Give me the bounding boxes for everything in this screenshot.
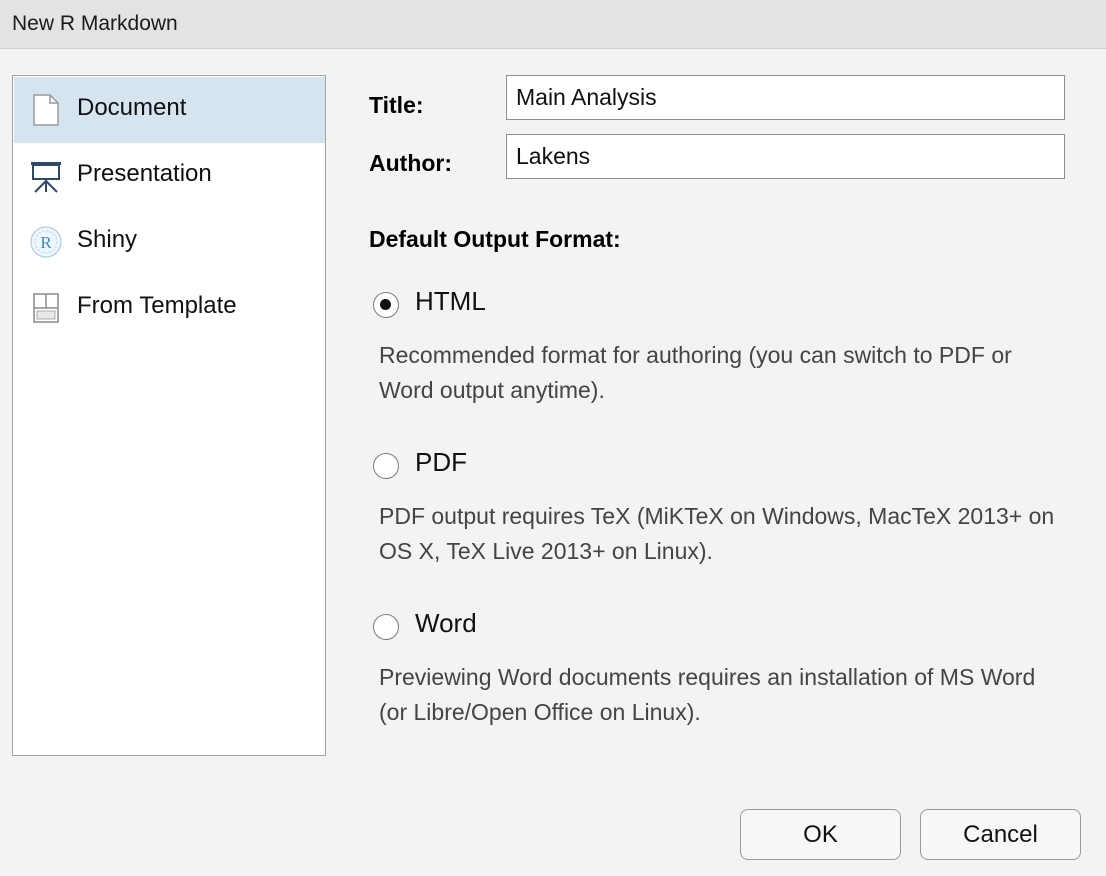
word-option-description: Previewing Word documents requires an in… — [379, 664, 1036, 725]
sidebar-item-from-template[interactable]: From Template — [14, 275, 325, 341]
html-radio[interactable] — [373, 292, 399, 318]
sidebar-item-label: Shiny — [77, 226, 138, 253]
author-input[interactable] — [506, 134, 1065, 179]
pdf-option-description: PDF output requires TeX (MiKTeX on Windo… — [379, 503, 1055, 564]
output-format-heading: Default Output Format: — [369, 226, 621, 252]
title-label: Title: — [369, 92, 424, 118]
window-title: New R Markdown — [12, 12, 178, 35]
presentation-icon — [29, 159, 63, 193]
template-icon — [29, 291, 63, 325]
shiny-icon: R — [29, 225, 63, 259]
sidebar-item-shiny[interactable]: R Shiny — [14, 209, 325, 275]
ok-button[interactable]: OK — [740, 809, 901, 860]
radio-selected-dot — [380, 299, 391, 310]
svg-text:R: R — [40, 233, 52, 252]
document-icon — [29, 93, 63, 127]
cancel-button[interactable]: Cancel — [920, 809, 1081, 860]
sidebar-item-presentation[interactable]: Presentation — [14, 143, 325, 209]
sidebar-item-label: From Template — [77, 292, 237, 319]
template-type-list: Document Presentation R Shiny From Templ… — [12, 75, 326, 756]
pdf-radio[interactable] — [373, 453, 399, 479]
html-option-label: HTML — [415, 286, 486, 316]
window-titlebar: New R Markdown — [0, 0, 1106, 49]
title-input[interactable] — [506, 75, 1065, 120]
word-radio[interactable] — [373, 614, 399, 640]
sidebar-item-label: Presentation — [77, 160, 212, 187]
sidebar-item-document[interactable]: Document — [14, 77, 325, 143]
sidebar-item-label: Document — [77, 94, 187, 121]
author-label: Author: — [369, 150, 453, 176]
pdf-option-label: PDF — [415, 447, 467, 477]
word-option-label: Word — [415, 608, 477, 638]
html-option-description: Recommended format for authoring (you ca… — [379, 342, 1012, 403]
